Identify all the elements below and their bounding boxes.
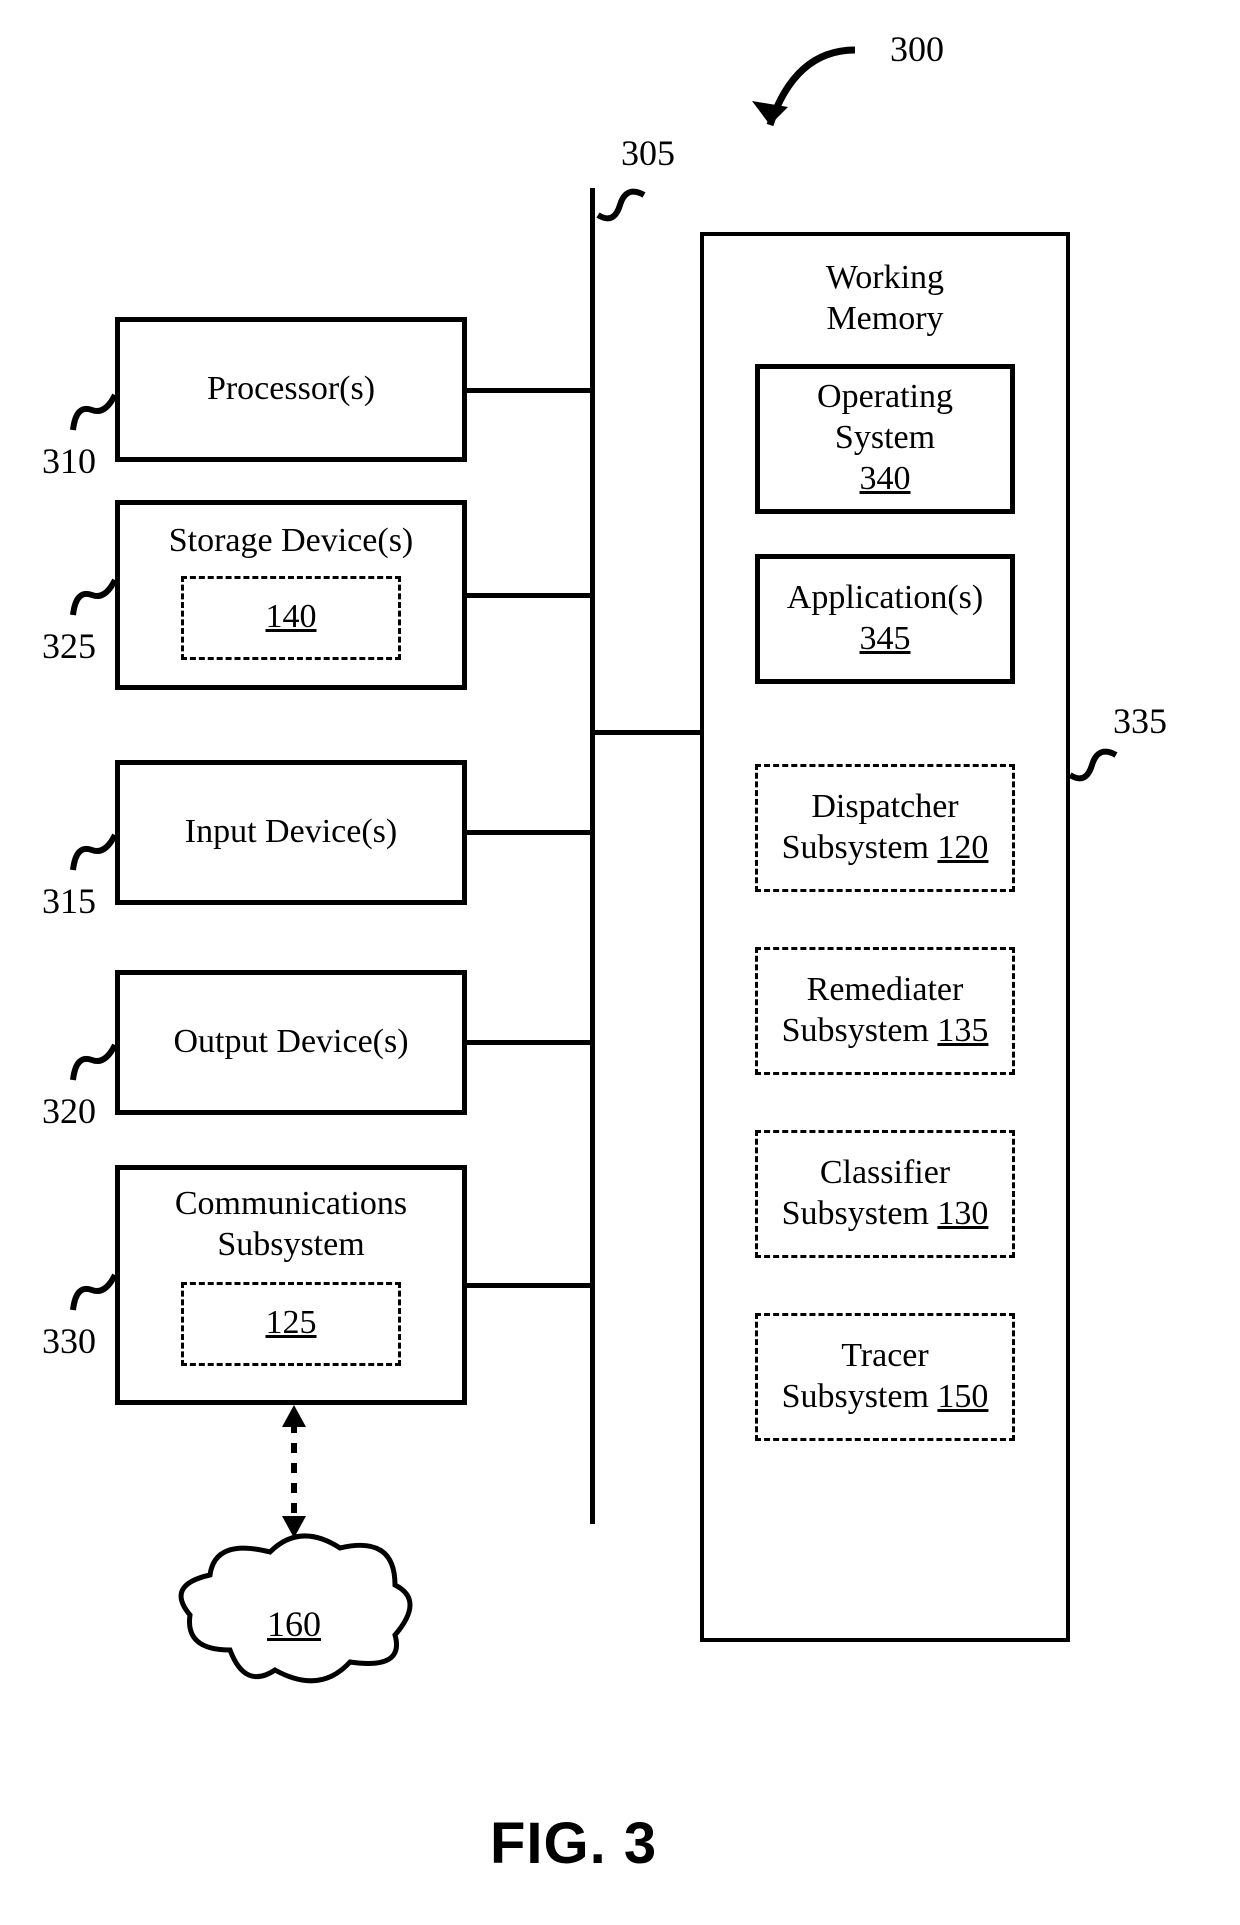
figure-title: FIG. 3 [490,1810,657,1877]
os-ref: 340 [860,459,911,500]
os-label: Operating System [817,377,953,459]
input-connector [467,830,590,835]
processor-block: Processor(s) [115,317,467,462]
os-block: Operating System 340 [755,364,1015,514]
overall-ref-label: 300 [890,28,944,70]
apps-label: Application(s) [787,578,983,619]
storage-block: Storage Device(s) 140 [115,500,467,690]
storage-inner-block: 140 [181,576,401,660]
figure-canvas: 300 305 Processor(s) 310 Storage Device(… [0,0,1240,1925]
bus-ref-label: 305 [621,132,675,174]
overall-ref-arrow [740,35,890,165]
processor-ref-label: 310 [42,440,96,482]
storage-label: Storage Device(s) [169,521,414,562]
dispatcher-ref: 120 [937,829,988,866]
comm-cloud-arrow [274,1405,314,1540]
remediater-label: RemediaterSubsystem 135 [782,970,989,1052]
comm-ref-label: 330 [42,1320,96,1362]
output-block: Output Device(s) [115,970,467,1115]
comm-block: Communications Subsystem 125 [115,1165,467,1405]
apps-ref: 345 [860,619,911,660]
output-ref-label: 320 [42,1090,96,1132]
dispatcher-block: DispatcherSubsystem 120 [755,764,1015,892]
comm-label: Communications Subsystem [175,1184,407,1266]
comm-connector [467,1283,590,1288]
bus-ref-squiggle [596,175,656,235]
tracer-block: TracerSubsystem 150 [755,1313,1015,1441]
processor-connector [467,388,590,393]
working-memory-block: Working Memory Operating System 340 Appl… [700,232,1070,1642]
working-memory-label: Working Memory [826,258,944,340]
storage-connector [467,593,590,598]
remediater-ref: 135 [937,1012,988,1049]
output-label: Output Device(s) [173,1022,408,1063]
tracer-label: TracerSubsystem 150 [782,1336,989,1418]
wm-connector [595,730,700,735]
wm-ref-squiggle [1068,735,1128,795]
input-ref-label: 315 [42,880,96,922]
remediater-block: RemediaterSubsystem 135 [755,947,1015,1075]
dispatcher-label: DispatcherSubsystem 120 [782,787,989,869]
tracer-ref: 150 [937,1378,988,1415]
output-connector [467,1040,590,1045]
classifier-ref: 130 [937,1195,988,1232]
processor-label: Processor(s) [207,369,375,410]
wm-ref-label: 335 [1113,700,1167,742]
input-label: Input Device(s) [185,812,397,853]
input-block: Input Device(s) [115,760,467,905]
storage-inner-ref: 140 [266,597,317,638]
classifier-label: ClassifierSubsystem 130 [782,1153,989,1235]
comm-inner-block: 125 [181,1282,401,1366]
comm-inner-ref: 125 [266,1303,317,1344]
bus-line [590,188,595,1524]
classifier-block: ClassifierSubsystem 130 [755,1130,1015,1258]
cloud-ref: 160 [267,1603,321,1645]
storage-ref-label: 325 [42,625,96,667]
apps-block: Application(s) 345 [755,554,1015,684]
